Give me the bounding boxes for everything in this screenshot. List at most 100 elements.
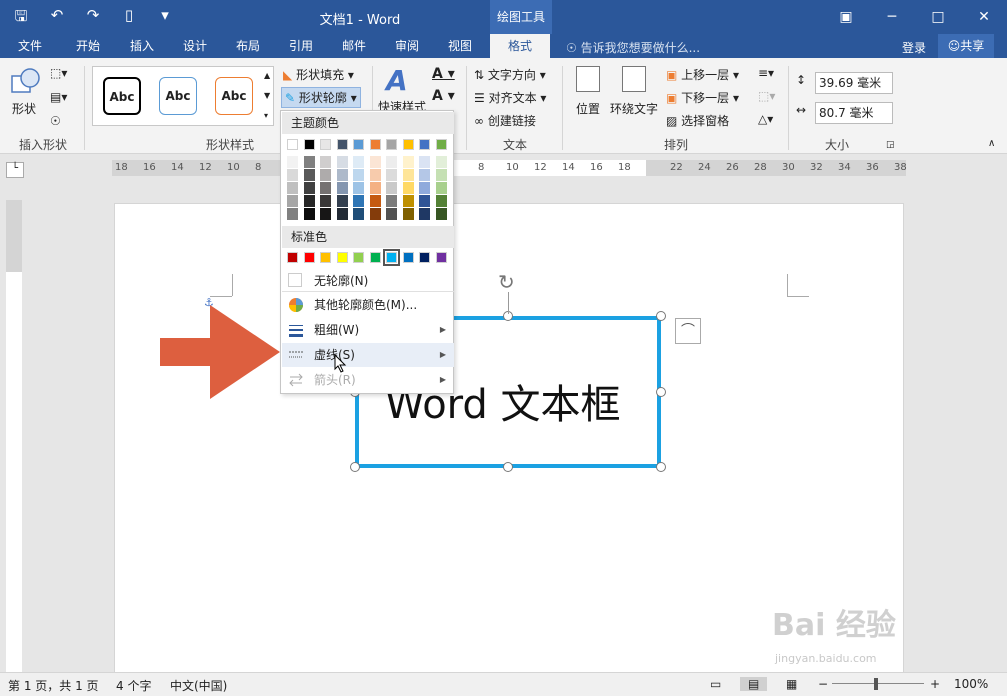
rotate-handle-icon[interactable]: ↻	[498, 270, 515, 294]
color-swatch[interactable]	[287, 169, 298, 181]
color-swatch[interactable]	[435, 169, 447, 181]
position-icon[interactable]	[576, 66, 600, 92]
zoom-out-icon[interactable]: −	[818, 677, 828, 691]
color-swatch[interactable]	[303, 195, 315, 207]
shape-gallery-icon[interactable]	[10, 66, 42, 98]
resize-handle[interactable]	[656, 311, 666, 321]
color-swatch[interactable]	[336, 156, 348, 168]
zoom-in-icon[interactable]: +	[930, 677, 940, 691]
color-swatch[interactable]	[336, 169, 348, 181]
standard-color-swatch[interactable]	[303, 252, 315, 263]
resize-handle[interactable]	[656, 387, 666, 397]
color-swatch[interactable]	[369, 182, 381, 194]
color-swatch[interactable]	[303, 182, 315, 194]
zoom-level[interactable]: 100%	[954, 677, 988, 691]
zoom-slider[interactable]	[832, 683, 924, 684]
shape-outline-button[interactable]: ✎ 形状轮廓 ▾	[281, 87, 361, 108]
color-swatch[interactable]	[386, 156, 397, 168]
outline-menu-item[interactable]: 虚线(S) ▶	[282, 343, 454, 367]
tab-review[interactable]: 审阅	[385, 34, 429, 58]
align-icon[interactable]: ≡▾	[758, 66, 774, 80]
color-swatch[interactable]	[287, 156, 298, 168]
maximize-icon[interactable]: □	[915, 0, 961, 34]
color-swatch[interactable]	[369, 156, 381, 168]
web-layout-icon[interactable]: ▦	[786, 677, 797, 691]
color-swatch[interactable]	[320, 182, 331, 194]
gallery-scroll-down-icon[interactable]: ▼	[264, 86, 270, 106]
color-swatch[interactable]	[287, 182, 298, 194]
size-dialog-launcher-icon[interactable]: ◲	[886, 140, 895, 150]
color-swatch[interactable]	[402, 182, 414, 194]
share-button[interactable]: ☺共享	[938, 34, 994, 58]
color-swatch[interactable]	[419, 139, 430, 150]
resize-handle[interactable]	[350, 462, 360, 472]
color-swatch[interactable]	[287, 208, 298, 220]
width-input[interactable]: 80.7 毫米	[815, 102, 893, 124]
standard-color-swatch[interactable]	[336, 252, 348, 263]
color-swatch[interactable]	[287, 139, 298, 150]
standard-color-swatch[interactable]	[320, 252, 331, 263]
send-backward-button[interactable]: ▣ 下移一层 ▾	[666, 89, 739, 106]
tab-format[interactable]: 格式	[490, 34, 550, 58]
color-swatch[interactable]	[386, 169, 397, 181]
tab-references[interactable]: 引用	[279, 34, 323, 58]
standard-color-swatch[interactable]	[369, 252, 381, 263]
login-link[interactable]: 登录	[902, 39, 926, 56]
close-icon[interactable]: ✕	[961, 0, 1007, 34]
color-swatch[interactable]	[402, 169, 414, 181]
gallery-scroll-up-icon[interactable]: ▲	[264, 66, 270, 86]
tab-mailings[interactable]: 邮件	[332, 34, 376, 58]
standard-color-swatch[interactable]	[287, 252, 298, 263]
minimize-icon[interactable]: ─	[869, 0, 915, 34]
color-swatch[interactable]	[369, 208, 381, 220]
color-swatch[interactable]	[336, 182, 348, 194]
color-swatch[interactable]	[303, 208, 315, 220]
wordart-a-icon[interactable]: A	[386, 64, 408, 97]
color-swatch[interactable]	[336, 139, 348, 150]
color-swatch[interactable]	[386, 182, 397, 194]
tab-design[interactable]: 设计	[173, 34, 217, 58]
color-swatch[interactable]	[435, 195, 447, 207]
gallery-more-icon[interactable]: ▾	[264, 106, 268, 126]
text-direction-button[interactable]: ⇅ 文字方向 ▾	[474, 66, 546, 83]
color-swatch[interactable]	[320, 195, 331, 207]
read-mode-icon[interactable]: ▭	[710, 677, 721, 691]
style-thumb-orange[interactable]: Abc	[215, 77, 253, 115]
position-label[interactable]: 位置	[576, 100, 600, 117]
color-swatch[interactable]	[369, 195, 381, 207]
outline-menu-item[interactable]: 其他轮廓颜色(M)...	[282, 293, 454, 317]
collapse-ribbon-icon[interactable]: ∧	[988, 138, 995, 149]
color-swatch[interactable]	[386, 195, 397, 207]
color-swatch[interactable]	[435, 208, 447, 220]
tab-selector-icon[interactable]: └	[6, 162, 24, 178]
rotate-icon[interactable]: △▾	[758, 112, 773, 126]
color-swatch[interactable]	[336, 208, 348, 220]
layout-options-icon[interactable]: ⌒	[675, 318, 701, 344]
color-swatch[interactable]	[353, 169, 364, 181]
color-swatch[interactable]	[353, 139, 364, 150]
color-swatch[interactable]	[369, 169, 381, 181]
text-outline-icon[interactable]: A ▾	[432, 88, 455, 104]
selection-pane-button[interactable]: ▨ 选择窗格	[666, 112, 729, 129]
color-swatch[interactable]	[320, 156, 331, 168]
color-swatch[interactable]	[353, 156, 364, 168]
color-swatch[interactable]	[386, 208, 397, 220]
page-count[interactable]: 第 1 页，共 1 页	[8, 677, 99, 694]
color-swatch[interactable]	[303, 156, 315, 168]
color-swatch[interactable]	[419, 156, 430, 168]
color-swatch[interactable]	[435, 156, 447, 168]
word-count[interactable]: 4 个字	[116, 677, 151, 694]
outline-menu-item[interactable]: 粗细(W) ▶	[282, 318, 454, 342]
standard-color-swatch[interactable]	[435, 252, 447, 263]
resize-handle[interactable]	[656, 462, 666, 472]
color-swatch[interactable]	[402, 156, 414, 168]
color-swatch[interactable]	[303, 139, 315, 150]
edit-shape-icon[interactable]: ⬚▾	[50, 66, 67, 80]
bring-forward-button[interactable]: ▣ 上移一层 ▾	[666, 66, 739, 83]
align-text-button[interactable]: ☰ 对齐文本 ▾	[474, 89, 546, 106]
tab-insert[interactable]: 插入	[120, 34, 164, 58]
color-swatch[interactable]	[402, 195, 414, 207]
height-input[interactable]: 39.69 毫米	[815, 72, 893, 94]
color-swatch[interactable]	[336, 195, 348, 207]
outline-menu-item[interactable]: 无轮廓(N)	[282, 269, 454, 293]
